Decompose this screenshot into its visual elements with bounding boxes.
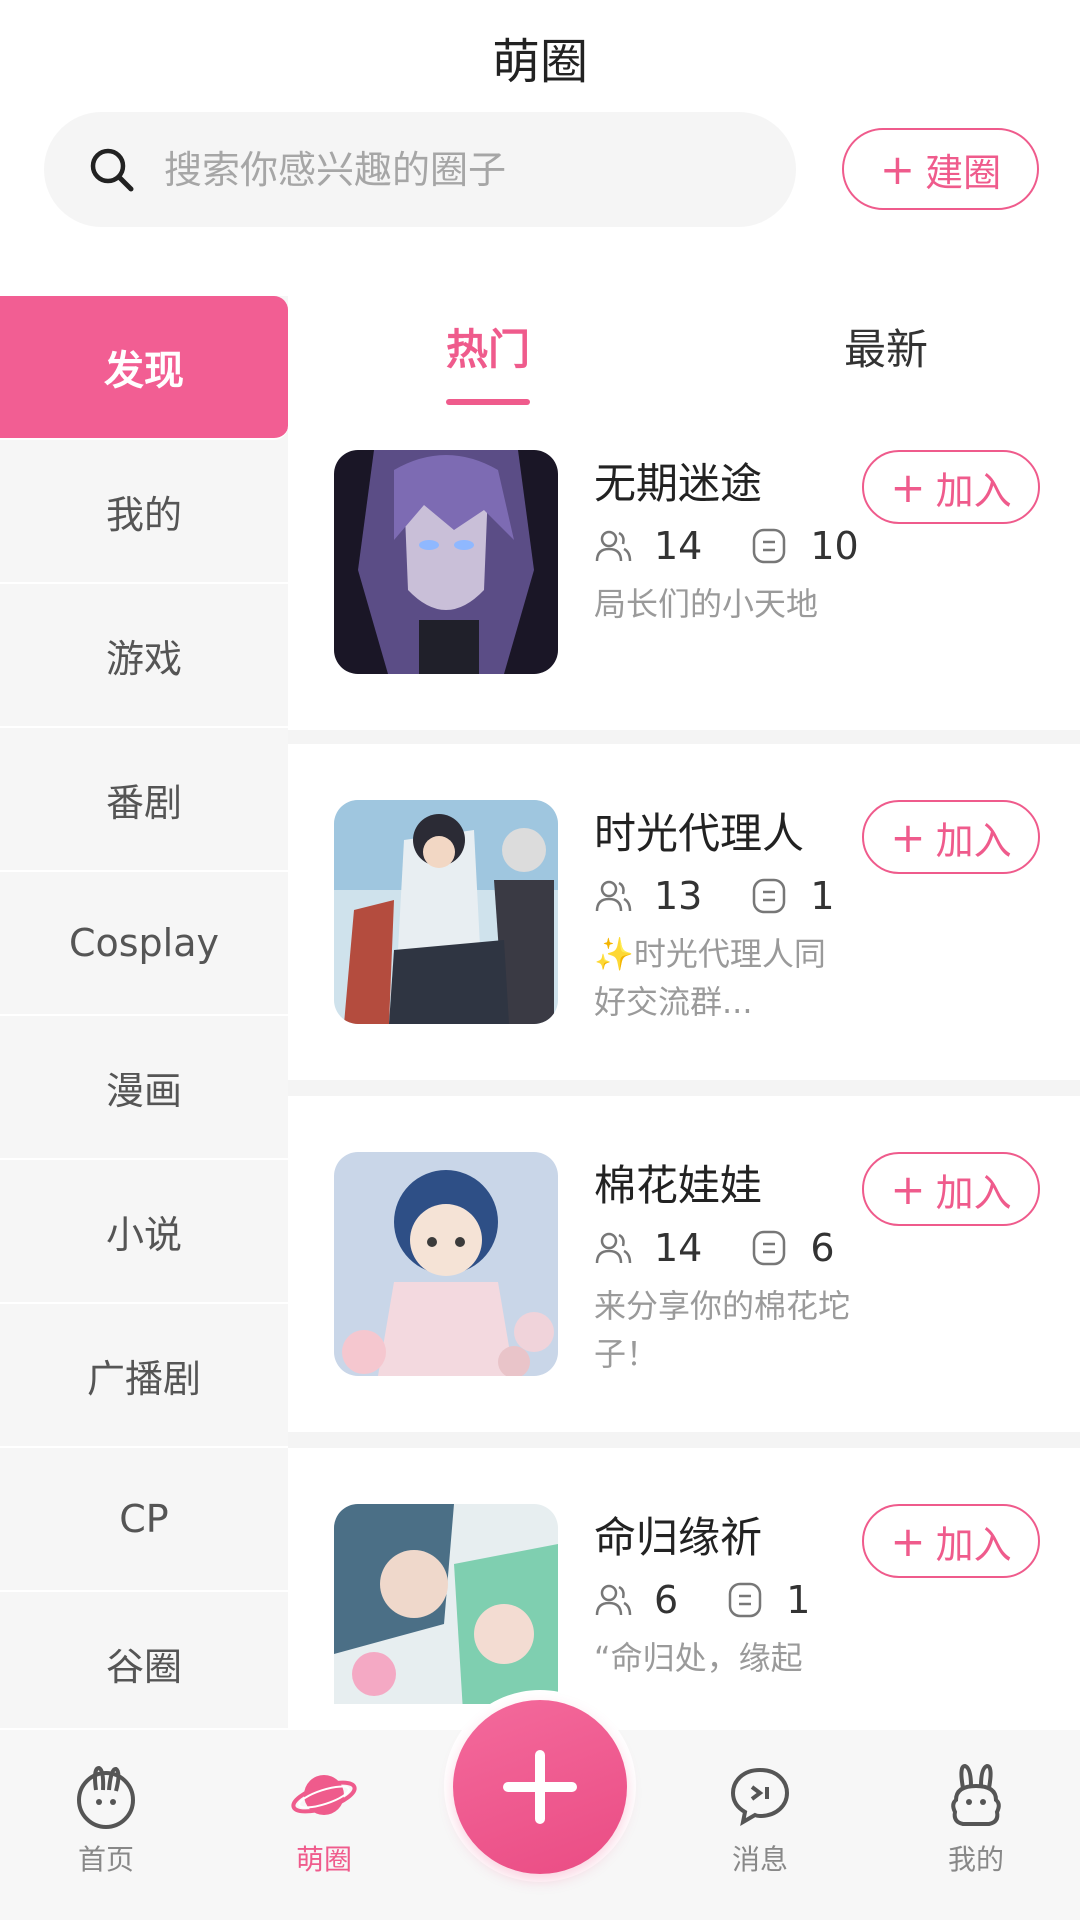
post-count: 10 [810,524,859,568]
circle-stats: 14 10 [594,524,859,568]
post-count: 1 [786,1578,811,1622]
circle-stats: 13 1 [594,874,835,918]
nav-messages[interactable]: 消息 [700,1760,820,1878]
nav-label: 首页 [77,1843,134,1876]
member-count: 6 [654,1578,679,1622]
nav-profile[interactable]: 我的 [916,1760,1036,1878]
search-icon [90,148,134,191]
posts-icon [753,1230,786,1266]
sidebar-item-discover[interactable]: 发现 [0,296,288,440]
join-button[interactable]: + 加入 [862,1504,1040,1578]
circle-stats: 6 1 [594,1578,810,1622]
post-count: 1 [810,874,835,918]
sidebar-item-anime[interactable]: 番剧 [0,728,288,872]
sidebar-item-cosplay[interactable]: Cosplay [0,872,288,1016]
join-button[interactable]: + 加入 [862,450,1040,524]
chat-bubble-icon [730,1767,790,1826]
posts-icon [753,878,786,914]
circle-name: 时光代理人 [594,809,805,858]
member-count: 14 [654,524,703,568]
circle-description: 局长们的小天地 [594,585,819,623]
rabbit-home-icon [77,1765,135,1829]
member-count: 13 [654,874,703,918]
sidebar-item-merch[interactable]: 谷圈 [0,1592,288,1728]
plus-icon: + [890,462,926,512]
circle-cover-image[interactable] [334,800,558,1024]
search-input[interactable] [164,147,724,192]
circle-name: 棉花娃娃 [594,1161,763,1210]
circle-card[interactable]: 无期迷途 14 10 局长们的小天地 + 加入 [288,420,1080,730]
sidebar-item-cp[interactable]: CP [0,1448,288,1592]
members-icon [595,1584,632,1616]
create-circle-button[interactable]: + 建圈 [842,128,1039,210]
tab-latest[interactable]: 最新 [844,316,928,377]
nav-label: 我的 [947,1843,1004,1876]
nav-home[interactable]: 首页 [46,1760,166,1878]
tab-hot[interactable]: 热门 [446,316,531,405]
circle-cover-image[interactable] [334,1504,558,1704]
posts-icon [753,528,786,564]
join-button[interactable]: + 加入 [862,1152,1040,1226]
circle-card[interactable]: 时光代理人 13 1 ✨时光代理人同好交流群... + 加入 [288,744,1080,1080]
search-bar[interactable] [44,112,796,227]
post-count: 6 [810,1226,835,1270]
circle-card[interactable]: 棉花娃娃 14 6 来分享你的棉花坨子！ + 加入 [288,1096,1080,1432]
nav-label: 消息 [731,1843,788,1876]
join-label: 加入 [935,1170,1012,1215]
circle-description: ✨时光代理人同好交流群... [594,935,826,1021]
members-icon [595,530,632,562]
plus-icon: + [879,144,916,194]
join-label: 加入 [935,468,1012,513]
nav-circles[interactable]: 萌圈 [264,1760,384,1878]
sidebar-item-mine[interactable]: 我的 [0,440,288,584]
sidebar-item-audio-drama[interactable]: 广播剧 [0,1304,288,1448]
sidebar-item-games[interactable]: 游戏 [0,584,288,728]
plus-icon: + [890,1164,926,1214]
plus-icon [503,1750,577,1824]
planet-icon [291,1775,357,1815]
plus-icon: + [890,1516,926,1566]
circle-description: 来分享你的棉花坨子！ [594,1287,851,1373]
create-circle-label: 建圈 [925,150,1002,195]
circle-name: 命归缘祈 [594,1513,763,1562]
members-icon [595,1232,632,1264]
join-button[interactable]: + 加入 [862,800,1040,874]
join-label: 加入 [935,1522,1012,1567]
circle-stats: 14 6 [594,1226,835,1270]
circle-tabs: 热门 最新 [288,296,1080,416]
posts-icon [728,1582,762,1618]
create-post-button[interactable] [453,1700,627,1874]
circle-cover-image[interactable] [334,1152,558,1376]
circle-description: “命归处，缘起 [594,1639,803,1677]
category-sidebar: 发现 我的 游戏 番剧 Cosplay 漫画 小说 广播剧 CP 谷圈 [0,296,288,1728]
rabbit-profile-icon [951,1763,1001,1826]
circle-name: 无期迷途 [594,459,763,508]
plus-icon: + [890,812,926,862]
sidebar-item-comics[interactable]: 漫画 [0,1016,288,1160]
join-label: 加入 [935,818,1012,863]
circle-cover-image[interactable] [334,450,558,674]
circle-card[interactable]: 命归缘祈 6 1 “命归处，缘起 + 加入 [288,1448,1080,1704]
sidebar-item-novels[interactable]: 小说 [0,1160,288,1304]
page-title: 萌圈 [491,34,588,90]
member-count: 14 [654,1226,703,1270]
members-icon [595,880,632,912]
nav-label: 萌圈 [295,1843,352,1876]
circle-list: 无期迷途 14 10 局长们的小天地 + 加入 时光代理人 13 1 ✨时光代理… [288,420,1080,1704]
